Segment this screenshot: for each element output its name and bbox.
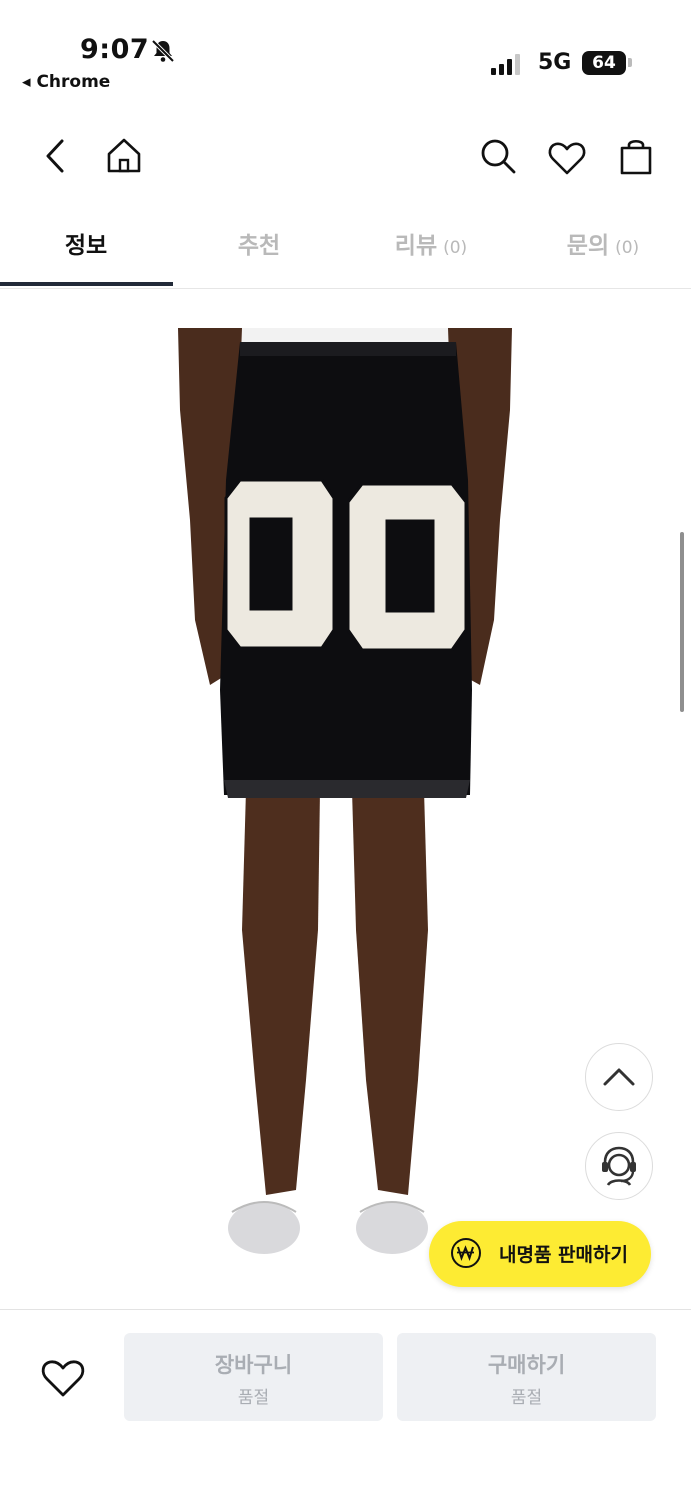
status-time: 9:07 bbox=[80, 34, 150, 65]
tab-inquiry[interactable]: 문의 (0) bbox=[517, 226, 689, 260]
tab-label: 리뷰 bbox=[394, 233, 438, 259]
heart-icon[interactable] bbox=[547, 138, 587, 178]
status-bar: 9:07 ◂ Chrome 5G 64 bbox=[0, 0, 691, 100]
scrollbar[interactable] bbox=[680, 532, 684, 712]
active-tab-indicator bbox=[0, 282, 173, 286]
buy-label: 구매하기 bbox=[487, 1353, 566, 1377]
search-icon[interactable] bbox=[478, 136, 518, 176]
wishlist-heart-icon[interactable] bbox=[40, 1357, 86, 1399]
back-to-app-link[interactable]: ◂ Chrome bbox=[22, 72, 110, 92]
buy-status: 품절 bbox=[510, 1388, 543, 1408]
add-to-cart-button[interactable]: 장바구니 품절 bbox=[124, 1333, 383, 1421]
won-icon bbox=[451, 1238, 481, 1268]
back-app-label: Chrome bbox=[36, 72, 111, 92]
home-icon[interactable] bbox=[104, 135, 144, 175]
tab-label: 정보 bbox=[64, 233, 108, 259]
tab-label: 문의 bbox=[566, 233, 610, 259]
cart-status: 품절 bbox=[237, 1388, 270, 1408]
battery-level: 64 bbox=[582, 51, 626, 75]
cell-signal-icon bbox=[491, 53, 521, 75]
tab-label: 추천 bbox=[237, 233, 281, 259]
cart-label: 장바구니 bbox=[214, 1353, 293, 1377]
tab-recommend[interactable]: 추천 bbox=[173, 226, 345, 260]
sell-my-luxury-button[interactable]: 내명품 판매하기 bbox=[429, 1221, 651, 1287]
scroll-top-button[interactable] bbox=[585, 1043, 653, 1111]
buy-now-button[interactable]: 구매하기 품절 bbox=[397, 1333, 656, 1421]
tab-count: (0) bbox=[615, 238, 640, 258]
shopping-bag-icon[interactable] bbox=[616, 136, 656, 176]
product-tabs: 정보 추천 리뷰 (0) 문의 (0) bbox=[0, 210, 691, 289]
sell-button-label: 내명품 판매하기 bbox=[499, 1244, 628, 1266]
headset-agent-icon bbox=[602, 1146, 636, 1186]
customer-service-button[interactable] bbox=[585, 1132, 653, 1200]
battery-cap bbox=[628, 58, 632, 67]
network-type: 5G bbox=[538, 50, 572, 75]
top-nav bbox=[0, 118, 691, 198]
chevron-left-icon[interactable] bbox=[36, 136, 76, 176]
tab-count: (0) bbox=[443, 238, 468, 258]
chevron-up-icon bbox=[603, 1068, 635, 1086]
tab-review[interactable]: 리뷰 (0) bbox=[345, 226, 517, 260]
tab-info[interactable]: 정보 bbox=[0, 226, 172, 260]
bell-slash-icon bbox=[151, 39, 175, 63]
bottom-action-bar: 장바구니 품절 구매하기 품절 bbox=[0, 1309, 691, 1501]
